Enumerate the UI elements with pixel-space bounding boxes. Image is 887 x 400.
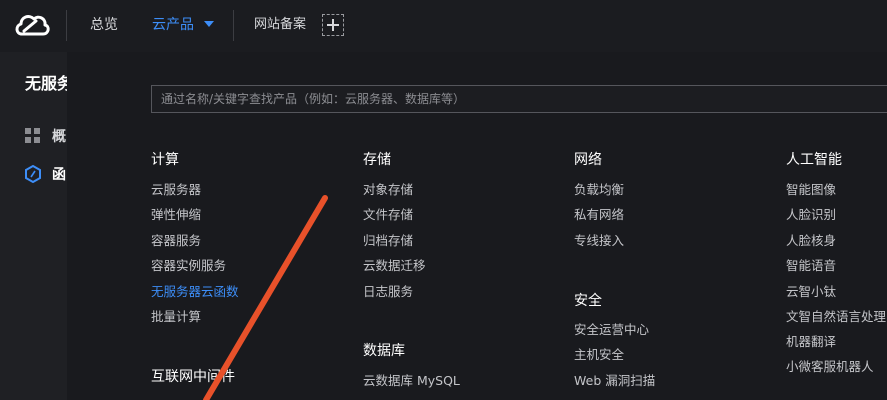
product-link[interactable]: 文智自然语言处理 [786, 309, 886, 325]
product-link[interactable]: 智能语音 [786, 258, 836, 274]
product-link[interactable]: 智能图像 [786, 182, 836, 198]
cloud-logo-icon[interactable] [12, 9, 52, 41]
product-link[interactable]: 小微客服机器人 [786, 359, 874, 375]
product-link[interactable]: 人脸核身 [786, 233, 836, 249]
nav-icp-filing[interactable]: 网站备案 [254, 16, 306, 34]
product-link[interactable]: 批量计算 [151, 309, 201, 325]
category-title-storage: 存储 [363, 152, 391, 168]
product-link[interactable]: 机器翻译 [786, 334, 836, 350]
nav-divider [66, 10, 67, 41]
add-shortcut-icon[interactable] [322, 14, 344, 36]
product-link[interactable]: 文件存储 [363, 207, 413, 223]
nav-overview[interactable]: 总览 [90, 15, 118, 35]
products-dropdown-panel: 计算 云服务器 弹性伸缩 容器服务 容器实例服务 无服务器云函数 批量计算 互联… [67, 52, 887, 400]
product-search [151, 85, 887, 113]
product-link[interactable]: 专线接入 [574, 233, 624, 249]
sidebar-title: 无服务 [25, 74, 67, 93]
category-title-compute: 计算 [151, 152, 179, 168]
product-link[interactable]: 私有网络 [574, 207, 624, 223]
chevron-down-icon[interactable] [204, 21, 214, 27]
product-link[interactable]: 主机安全 [574, 347, 624, 363]
sidebar-item-label: 概 [52, 129, 66, 145]
product-link[interactable]: 云数据库 MySQL [363, 373, 460, 389]
grid-icon [25, 128, 40, 143]
nav-divider [233, 10, 234, 41]
product-link[interactable]: 容器服务 [151, 233, 201, 249]
product-link[interactable]: 云数据迁移 [363, 258, 426, 274]
category-title-security: 安全 [574, 293, 602, 309]
sidebar-item-label: 函 [52, 167, 66, 183]
category-title-middleware: 互联网中间件 [151, 369, 235, 385]
nav-cloud-products[interactable]: 云产品 [152, 15, 194, 35]
product-link[interactable]: 云服务器 [151, 182, 201, 198]
category-title-ai: 人工智能 [786, 152, 842, 168]
product-link[interactable]: 归档存储 [363, 233, 413, 249]
product-link[interactable]: Web 漏洞扫描 [574, 373, 655, 389]
product-link[interactable]: 人脸识别 [786, 207, 836, 223]
product-link[interactable]: 负载均衡 [574, 182, 624, 198]
product-link[interactable]: 日志服务 [363, 284, 413, 300]
product-link-active[interactable]: 无服务器云函数 [151, 284, 239, 300]
category-title-database: 数据库 [363, 343, 405, 359]
hexagon-icon [25, 165, 41, 183]
top-navigation-bar: 总览 云产品 网站备案 [0, 0, 887, 52]
product-link[interactable]: 容器实例服务 [151, 258, 226, 274]
sidebar: 无服务 概 函 [0, 52, 67, 400]
category-title-network: 网络 [574, 152, 602, 168]
product-search-input[interactable] [152, 86, 887, 112]
product-link[interactable]: 对象存储 [363, 182, 413, 198]
product-link[interactable]: 弹性伸缩 [151, 207, 201, 223]
product-link[interactable]: 云智小钛 [786, 284, 836, 300]
product-link[interactable]: 安全运营中心 [574, 322, 649, 338]
